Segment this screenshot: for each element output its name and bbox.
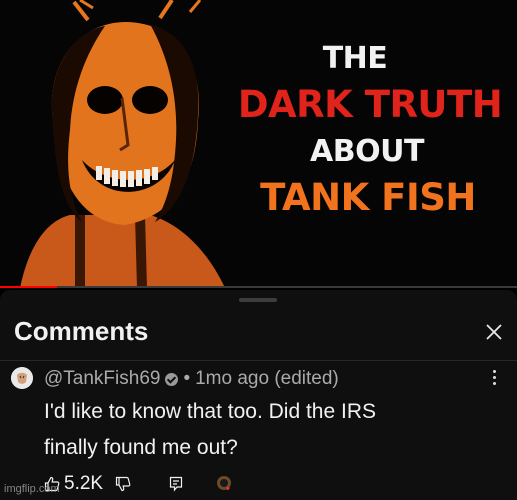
thumbnail-line-about: ABOUT <box>310 134 424 169</box>
avatar-image <box>11 367 33 389</box>
drag-handle[interactable] <box>239 298 277 302</box>
comment-text-line: finally found me out? <box>44 436 238 459</box>
thumbnail-line-tank-fish: TANK FISH <box>260 176 476 219</box>
thumbnail-line-the: THE <box>322 41 388 76</box>
dislike-button[interactable] <box>115 476 131 492</box>
creepy-creature-image <box>20 0 225 288</box>
creator-heart-badge <box>216 475 234 493</box>
verified-check-icon <box>165 372 179 386</box>
comment-text-line: I'd like to know that too. Did the IRS <box>44 400 377 423</box>
watermark: imgflip.com <box>4 483 60 495</box>
reply-button[interactable] <box>169 476 183 492</box>
comment-text: I'd like to know that too. Did the IRS f… <box>44 394 494 466</box>
reply-icon <box>169 476 183 492</box>
comments-panel: Comments @TankFish69 • 1mo ago (edited) … <box>0 290 517 500</box>
more-vert-icon[interactable] <box>488 370 500 390</box>
close-button[interactable] <box>482 320 506 344</box>
video-progress-bar[interactable] <box>0 286 517 288</box>
thumbs-down-icon <box>115 476 131 492</box>
thumbnail-line-dark-truth: DARK TRUTH <box>237 83 503 126</box>
avatar[interactable] <box>11 367 33 389</box>
close-icon <box>486 324 502 340</box>
like-count: 5.2K <box>64 473 104 494</box>
comments-title: Comments <box>14 316 149 346</box>
comment-time: 1mo ago (edited) <box>195 368 339 389</box>
thumbnail-title: THE DARK TRUTH ABOUT TANK FISH <box>225 44 515 217</box>
comment-meta: @TankFish69 • 1mo ago (edited) <box>44 368 339 390</box>
comment-author[interactable]: @TankFish69 <box>44 368 160 390</box>
video-thumbnail[interactable]: THE DARK TRUTH ABOUT TANK FISH <box>0 0 517 288</box>
creator-heart-icon <box>217 476 232 491</box>
comment-actions: 5.2K <box>44 472 234 496</box>
video-progress-fill <box>0 286 57 288</box>
divider <box>0 360 517 361</box>
meta-separator: • <box>183 368 191 389</box>
